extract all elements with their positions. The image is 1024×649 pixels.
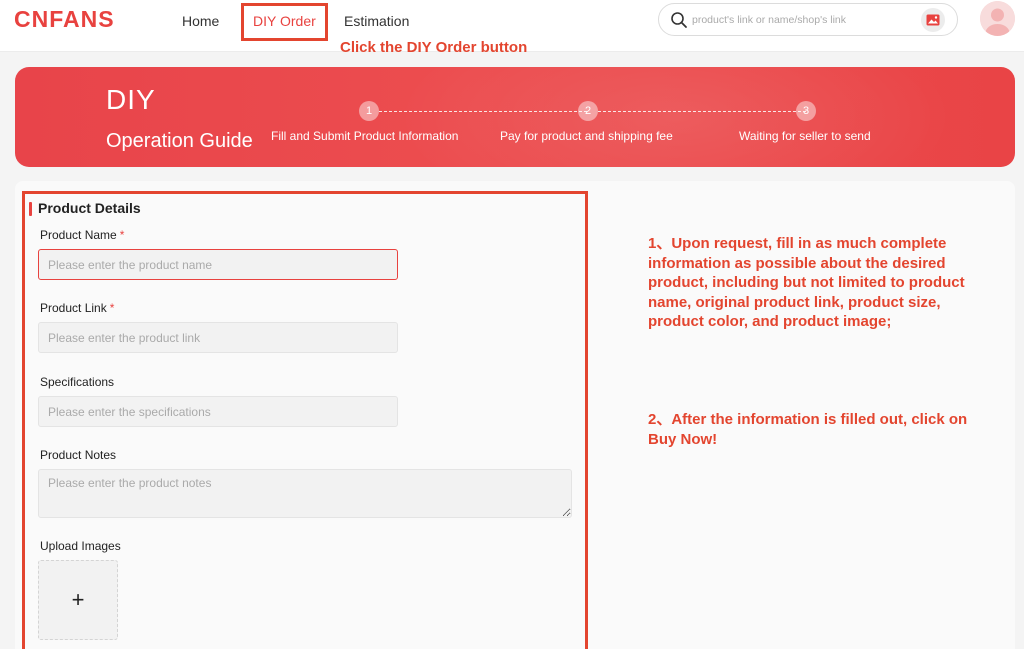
banner-subtitle: Operation Guide [106,130,253,152]
banner-title: DIY [106,84,156,115]
nav-estimation[interactable]: Estimation [344,13,409,29]
search-input[interactable] [692,10,912,30]
banner-decoration [395,67,955,167]
step-1-label: Fill and Submit Product Information [271,129,459,143]
image-search-icon [926,14,940,26]
step-2-circle: 2 [578,101,598,121]
instruction-step-1: 1、Upon request, fill in as much complete… [648,235,965,330]
operation-guide-banner: DIY Operation Guide 1 2 3 Fill and Submi… [15,67,1015,167]
instruction-step-2: 2、After the information is filled out, c… [648,411,968,448]
nav-home[interactable]: Home [182,13,219,29]
user-avatar-icon [980,1,1015,36]
search-bar[interactable] [658,3,958,36]
avatar[interactable] [980,1,1015,36]
diy-order-highlight-box [241,3,328,41]
cnfans-logo[interactable]: CNFANS [14,6,115,33]
diy-order-callout: Click the DIY Order button [340,39,528,56]
step-connector [598,111,806,112]
step-3-circle: 3 [796,101,816,121]
step-1-circle: 1 [359,101,379,121]
image-search-button[interactable] [921,8,945,32]
step-3-label: Waiting for seller to send [739,129,871,143]
step-connector [379,111,587,112]
product-details-highlight-box [22,191,588,649]
search-icon[interactable] [670,11,688,29]
step-2-label: Pay for product and shipping fee [500,129,673,143]
